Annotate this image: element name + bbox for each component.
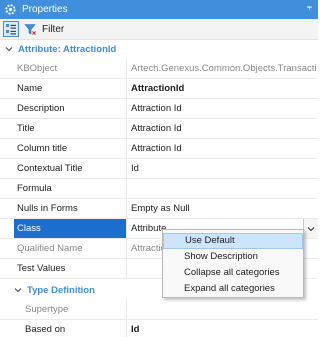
property-value[interactable]: Attraction Id xyxy=(131,119,316,138)
property-name: KBObject xyxy=(17,63,58,74)
menu-item-collapse-all[interactable]: Collapse all categories xyxy=(163,265,303,281)
property-value[interactable] xyxy=(131,179,316,198)
column-separator xyxy=(126,300,127,320)
property-row-column-title[interactable]: Column title Attraction Id xyxy=(0,139,318,159)
property-value xyxy=(131,300,316,319)
property-name: Name xyxy=(17,83,43,94)
filter-label[interactable]: Filter xyxy=(42,24,64,35)
chevron-down-icon xyxy=(307,226,315,231)
dropdown-button[interactable] xyxy=(303,219,318,238)
property-row-supertype: Supertype xyxy=(0,300,318,320)
property-name: Qualified Name xyxy=(17,243,83,254)
panel-title: Properties xyxy=(22,4,68,15)
column-separator xyxy=(126,59,127,79)
categorized-icon xyxy=(6,24,16,35)
column-separator xyxy=(126,79,127,99)
property-row-title[interactable]: Title Attraction Id xyxy=(0,119,318,139)
context-menu: Use Default Show Description Collapse al… xyxy=(162,229,304,298)
column-separator xyxy=(126,320,127,337)
property-value[interactable]: Empty as Null xyxy=(131,199,316,218)
categorized-button[interactable] xyxy=(3,21,19,37)
column-separator xyxy=(126,139,127,159)
menu-item-use-default[interactable]: Use Default xyxy=(163,233,303,249)
property-name: Class xyxy=(14,219,126,238)
column-separator xyxy=(126,159,127,179)
column-separator xyxy=(126,99,127,119)
property-name: Description xyxy=(17,103,65,114)
column-separator xyxy=(126,239,127,259)
property-name: Column title xyxy=(17,143,68,154)
property-value[interactable]: Id xyxy=(131,159,316,178)
menu-item-expand-all[interactable]: Expand all categories xyxy=(163,281,303,297)
attribute-section-label: Attribute: AttractionId xyxy=(18,43,117,55)
panel-title-bar: Properties ⫧ xyxy=(0,0,318,19)
property-row-name[interactable]: Name AttractionId xyxy=(0,79,318,99)
property-name: Based on xyxy=(25,324,66,335)
property-name: Nulls in Forms xyxy=(17,203,78,214)
property-value[interactable]: AttractionId xyxy=(131,79,316,98)
attribute-section-header[interactable]: Attribute: AttractionId xyxy=(0,39,318,59)
chevron-down-icon xyxy=(5,47,13,52)
property-name: Supertype xyxy=(25,304,69,315)
property-value: Artech.Genexus.Common.Objects.Transactio… xyxy=(131,63,316,74)
gear-icon xyxy=(5,4,16,15)
property-row-nulls-in-forms[interactable]: Nulls in Forms Empty as Null xyxy=(0,199,318,219)
filter-button[interactable] xyxy=(22,21,38,37)
property-value[interactable]: Attraction Id xyxy=(131,139,316,158)
column-separator xyxy=(126,259,127,279)
column-separator xyxy=(126,199,127,219)
property-name: Title xyxy=(17,123,35,134)
property-name: Formula xyxy=(17,183,52,194)
property-row-formula[interactable]: Formula xyxy=(0,179,318,199)
column-separator xyxy=(126,179,127,199)
property-value[interactable]: Id xyxy=(131,320,316,337)
property-row-kbobject: KBObject Artech.Genexus.Common.Objects.T… xyxy=(0,59,318,79)
filter-icon xyxy=(24,24,36,35)
column-separator xyxy=(126,219,127,239)
column-separator xyxy=(126,119,127,139)
chevron-down-icon xyxy=(14,288,22,293)
property-name: Contextual Title xyxy=(17,163,83,174)
type-definition-section-label: Type Definition xyxy=(27,284,95,296)
menu-item-show-description[interactable]: Show Description xyxy=(163,249,303,265)
property-row-contextual-title[interactable]: Contextual Title Id xyxy=(0,159,318,179)
property-value[interactable]: Attraction Id xyxy=(131,99,316,118)
property-row-based-on[interactable]: Based on Id xyxy=(0,320,318,337)
properties-toolbar: Filter xyxy=(0,19,318,40)
property-name: Test Values xyxy=(17,263,66,274)
property-row-description[interactable]: Description Attraction Id xyxy=(0,99,318,119)
pin-icon[interactable]: ⫧ xyxy=(307,2,312,13)
